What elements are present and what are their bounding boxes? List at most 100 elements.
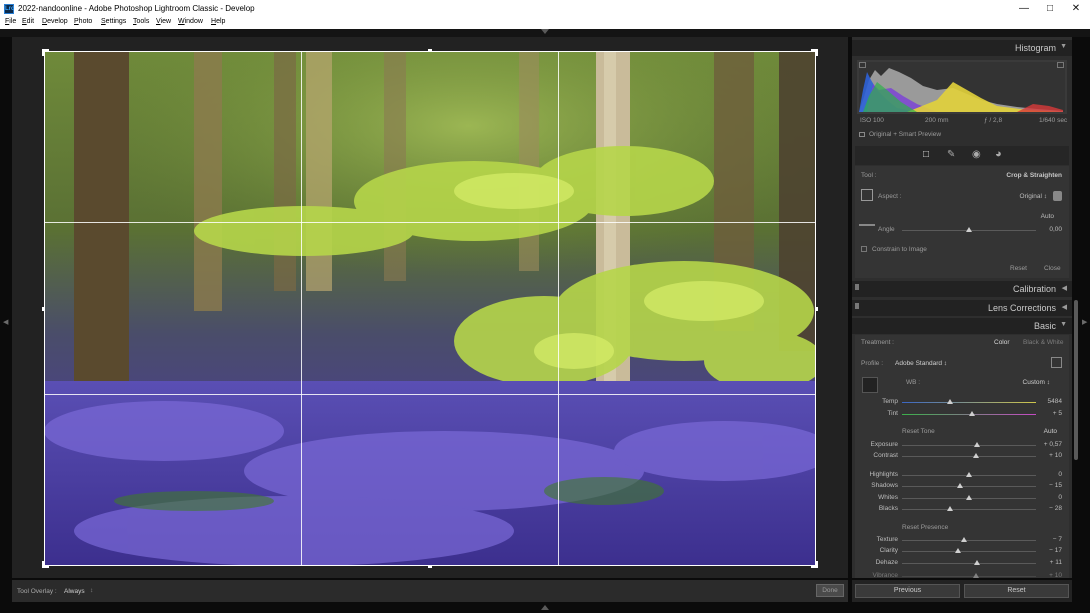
dehaze-slider[interactable] bbox=[902, 563, 1036, 564]
crop-handle-top-left[interactable] bbox=[42, 49, 49, 56]
profile-select[interactable]: Adobe Standard ↕ bbox=[895, 360, 947, 367]
angle-slider-thumb[interactable] bbox=[966, 227, 972, 232]
menu-settings[interactable]: Settings bbox=[101, 18, 126, 25]
aspect-select[interactable]: Original ↕ bbox=[1005, 193, 1047, 200]
texture-slider-thumb[interactable] bbox=[960, 537, 967, 542]
exposure-value[interactable]: + 0,57 bbox=[1036, 441, 1062, 448]
reset-presence-button[interactable]: Reset Presence bbox=[902, 524, 948, 531]
collapse-icon[interactable]: ▼ bbox=[1060, 321, 1067, 328]
eyedropper-icon[interactable] bbox=[862, 377, 878, 393]
straighten-tool-icon[interactable] bbox=[859, 224, 875, 232]
treatment-color-button[interactable]: Color bbox=[994, 339, 1010, 346]
menu-photo[interactable]: Photo bbox=[74, 18, 92, 25]
treatment-bw-button[interactable]: Black & White bbox=[1023, 339, 1063, 346]
temp-slider-thumb[interactable] bbox=[947, 399, 954, 404]
tint-slider-thumb[interactable] bbox=[968, 411, 975, 416]
blacks-value[interactable]: − 28 bbox=[1036, 505, 1062, 512]
right-panel-toggle-icon[interactable]: ▶ bbox=[1082, 318, 1087, 326]
texture-slider[interactable] bbox=[902, 540, 1036, 541]
crop-handle-bottom-left[interactable] bbox=[42, 561, 49, 568]
crop-handle-bottom[interactable] bbox=[428, 566, 432, 568]
reset-tone-button[interactable]: Reset Tone bbox=[902, 428, 935, 435]
calibration-header[interactable]: Calibration ◀ bbox=[852, 281, 1072, 297]
vibrance-value[interactable]: + 10 bbox=[1036, 572, 1062, 579]
highlights-slider-thumb[interactable] bbox=[966, 472, 972, 477]
exposure-slider[interactable] bbox=[902, 445, 1036, 446]
crop-handle-top-right[interactable] bbox=[811, 49, 818, 56]
red-eye-icon[interactable]: ◉ bbox=[972, 149, 981, 160]
dehaze-slider-thumb[interactable] bbox=[974, 560, 981, 565]
menu-view[interactable]: View bbox=[156, 18, 171, 25]
whites-value[interactable]: 0 bbox=[1036, 494, 1062, 501]
chevron-updown-icon[interactable]: ↕ bbox=[90, 587, 93, 594]
angle-value[interactable]: 0,00 bbox=[1036, 226, 1062, 233]
done-button[interactable]: Done bbox=[816, 584, 844, 597]
photo-preview[interactable] bbox=[44, 51, 816, 566]
constrain-checkbox[interactable] bbox=[861, 246, 867, 252]
lens-corrections-header[interactable]: Lens Corrections ◀ bbox=[852, 300, 1072, 316]
auto-tone-button[interactable]: Auto bbox=[1035, 428, 1057, 435]
crop-handle-bottom-right[interactable] bbox=[811, 561, 818, 568]
tint-value[interactable]: + 5 bbox=[1036, 410, 1062, 417]
top-panel-toggle-icon[interactable] bbox=[541, 29, 549, 34]
menu-help[interactable]: Help bbox=[211, 18, 225, 25]
shadows-value[interactable]: − 15 bbox=[1036, 482, 1062, 489]
filmstrip-toggle-icon[interactable] bbox=[541, 605, 549, 610]
top-panel-collapsed[interactable] bbox=[0, 29, 1090, 37]
menu-window[interactable]: Window bbox=[178, 18, 203, 25]
panel-switch-icon[interactable] bbox=[855, 284, 859, 290]
collapse-icon[interactable]: ▼ bbox=[1060, 43, 1067, 50]
clarity-slider[interactable] bbox=[902, 551, 1036, 552]
temp-slider[interactable] bbox=[902, 402, 1036, 403]
healing-brush-icon[interactable]: ✎ bbox=[947, 149, 955, 160]
auto-straighten-button[interactable]: Auto bbox=[1030, 213, 1054, 220]
menu-file[interactable]: File bbox=[5, 18, 16, 25]
menu-tools[interactable]: Tools bbox=[133, 18, 149, 25]
contrast-value[interactable]: + 10 bbox=[1036, 452, 1062, 459]
crop-frame-icon[interactable] bbox=[861, 189, 873, 201]
menu-develop[interactable]: Develop bbox=[42, 18, 68, 25]
minimize-icon[interactable]: — bbox=[1011, 1, 1037, 17]
menu-edit[interactable]: Edit bbox=[22, 18, 34, 25]
reset-button[interactable]: Reset bbox=[964, 584, 1069, 598]
left-panel-toggle-icon[interactable]: ◀ bbox=[3, 318, 8, 326]
histogram-header[interactable]: Histogram ▼ bbox=[852, 40, 1072, 56]
panel-switch-icon[interactable] bbox=[855, 303, 859, 309]
expand-icon[interactable]: ◀ bbox=[1062, 303, 1067, 311]
highlights-value[interactable]: 0 bbox=[1036, 471, 1062, 478]
close-icon[interactable]: ✕ bbox=[1063, 1, 1089, 17]
blacks-slider-thumb[interactable] bbox=[947, 506, 954, 511]
vibrance-slider-thumb[interactable] bbox=[972, 573, 979, 578]
exposure-slider-thumb[interactable] bbox=[974, 442, 981, 447]
temp-value[interactable]: 5484 bbox=[1036, 398, 1062, 405]
contrast-slider[interactable] bbox=[902, 456, 1036, 457]
crop-reset-button[interactable]: Reset bbox=[1010, 265, 1027, 272]
whites-slider-thumb[interactable] bbox=[966, 495, 972, 500]
maximize-icon[interactable]: □ bbox=[1037, 1, 1063, 17]
vibrance-slider[interactable] bbox=[902, 576, 1036, 577]
shadow-clipping-icon[interactable] bbox=[859, 62, 866, 68]
shadows-slider-thumb[interactable] bbox=[956, 483, 963, 488]
crop-handle-right[interactable] bbox=[816, 307, 818, 311]
wb-select[interactable]: Custom ↕ bbox=[1012, 379, 1050, 386]
crop-close-button[interactable]: Close bbox=[1044, 265, 1061, 272]
histogram-chart[interactable] bbox=[857, 60, 1067, 114]
contrast-slider-thumb[interactable] bbox=[972, 453, 979, 458]
texture-value[interactable]: − 7 bbox=[1036, 536, 1062, 543]
crop-tool-icon[interactable]: □ bbox=[923, 149, 929, 160]
dehaze-value[interactable]: + 11 bbox=[1036, 559, 1062, 566]
basic-header[interactable]: Basic ▼ bbox=[852, 318, 1072, 334]
crop-handle-top[interactable] bbox=[428, 49, 432, 51]
masking-icon[interactable]: ◕ bbox=[995, 148, 1002, 160]
clarity-slider-thumb[interactable] bbox=[955, 548, 962, 553]
previous-button[interactable]: Previous bbox=[855, 584, 960, 598]
clarity-value[interactable]: − 17 bbox=[1036, 547, 1062, 554]
expand-icon[interactable]: ◀ bbox=[1062, 284, 1067, 292]
tool-overlay-select[interactable]: Always bbox=[64, 588, 85, 595]
shadows-slider[interactable] bbox=[902, 486, 1036, 487]
crop-frame[interactable] bbox=[44, 51, 816, 566]
crop-handle-left[interactable] bbox=[42, 307, 44, 311]
profile-browser-icon[interactable] bbox=[1051, 357, 1062, 368]
highlight-clipping-icon[interactable] bbox=[1057, 62, 1064, 68]
blacks-slider[interactable] bbox=[902, 509, 1036, 510]
